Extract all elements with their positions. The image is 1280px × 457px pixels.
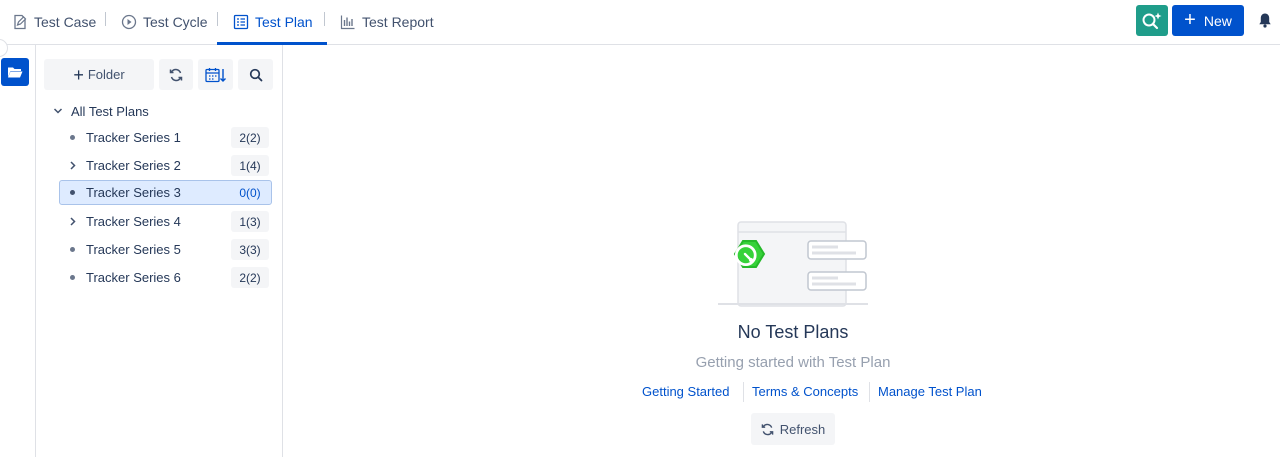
tab-divider <box>105 12 106 26</box>
tab-label: Test Cycle <box>143 14 208 30</box>
chevron-right-icon[interactable] <box>68 217 77 226</box>
empty-state-title: No Test Plans <box>737 322 849 342</box>
bullet-icon <box>68 188 77 197</box>
bell-icon[interactable] <box>1258 12 1272 28</box>
search-button[interactable] <box>238 59 273 90</box>
tree-item-count: 2(2) <box>231 267 269 288</box>
bar-chart-icon <box>340 15 355 30</box>
tree-item-tracker-series-6[interactable]: Tracker Series 6 2(2) <box>59 265 272 290</box>
tree-item-count: 3(3) <box>231 239 269 260</box>
manage-test-plan-link[interactable]: Manage Test Plan <box>878 384 982 399</box>
tree-item-tracker-series-1[interactable]: Tracker Series 1 2(2) <box>59 125 272 150</box>
empty-state-illustration <box>718 221 868 307</box>
tab-label: Test Plan <box>255 14 313 30</box>
chevron-right-icon[interactable] <box>68 161 77 170</box>
help-links: Getting Started Terms & Concepts Manage … <box>0 382 1280 402</box>
folder-button-label: Folder <box>87 67 125 82</box>
calendar-sort-icon <box>204 67 226 82</box>
tree-item-tracker-series-4[interactable]: Tracker Series 4 1(3) <box>59 209 272 234</box>
add-folder-button[interactable]: + Folder <box>44 59 154 90</box>
ai-search-button[interactable] <box>1136 5 1168 36</box>
new-button-label: New <box>1203 12 1232 29</box>
tree-item-tracker-series-5[interactable]: Tracker Series 5 3(3) <box>59 237 272 262</box>
new-button[interactable]: + New <box>1172 5 1244 36</box>
tab-label: Test Report <box>362 14 434 30</box>
tree-item-label: Tracker Series 5 <box>86 242 181 257</box>
tree-root-label: All Test Plans <box>71 103 149 119</box>
tab-label: Test Case <box>34 14 97 30</box>
tree-item-label: Tracker Series 1 <box>86 130 181 145</box>
plus-icon: + <box>73 64 84 85</box>
plan-list-icon <box>233 14 249 30</box>
tree-item-tracker-series-2[interactable]: Tracker Series 2 1(4) <box>59 153 272 178</box>
tab-divider <box>324 12 325 26</box>
play-circle-icon <box>121 14 137 30</box>
folder-view-button[interactable] <box>1 58 29 86</box>
tree-item-label: Tracker Series 4 <box>86 214 181 229</box>
search-sparkle-icon <box>1142 12 1162 29</box>
sync-icon <box>169 68 183 81</box>
edit-doc-icon <box>14 14 27 30</box>
empty-state-subtitle: Getting started with Test Plan <box>695 354 891 371</box>
refresh-icon <box>761 423 774 435</box>
bullet-icon <box>68 133 77 142</box>
bullet-icon <box>68 273 77 282</box>
sort-by-date-button[interactable] <box>198 59 233 90</box>
tab-test-cycle[interactable]: Test Cycle <box>121 0 208 44</box>
tree-item-label: Tracker Series 6 <box>86 270 181 285</box>
tab-divider <box>217 12 218 26</box>
tree-root-all-test-plans[interactable]: All Test Plans <box>53 101 149 121</box>
refresh-button[interactable]: Refresh <box>751 413 835 445</box>
bullet-icon <box>68 245 77 254</box>
tree-item-tracker-series-3[interactable]: Tracker Series 3 0(0) <box>59 180 272 205</box>
plus-icon: + <box>1184 8 1196 31</box>
tree-item-count: 0(0) <box>239 185 261 200</box>
top-tab-bar: Test Case Test Cycle Test Plan Test Repo… <box>0 0 1280 45</box>
link-divider <box>869 382 870 402</box>
link-divider <box>743 382 744 402</box>
terms-concepts-link[interactable]: Terms & Concepts <box>752 384 858 399</box>
search-icon <box>249 68 262 81</box>
tree-item-count: 1(3) <box>231 211 269 232</box>
tab-test-report[interactable]: Test Report <box>340 0 434 44</box>
tree-item-label: Tracker Series 2 <box>86 158 181 173</box>
folder-open-icon <box>8 67 23 78</box>
tree-item-count: 1(4) <box>231 155 269 176</box>
getting-started-link[interactable]: Getting Started <box>642 384 729 399</box>
chevron-down-icon <box>53 108 63 114</box>
tree-item-count: 2(2) <box>231 127 269 148</box>
sync-button[interactable] <box>159 59 193 90</box>
refresh-label: Refresh <box>779 421 826 437</box>
tab-test-plan[interactable]: Test Plan <box>217 0 327 45</box>
tab-test-case[interactable]: Test Case <box>12 0 96 44</box>
tree-item-label: Tracker Series 3 <box>86 185 181 200</box>
